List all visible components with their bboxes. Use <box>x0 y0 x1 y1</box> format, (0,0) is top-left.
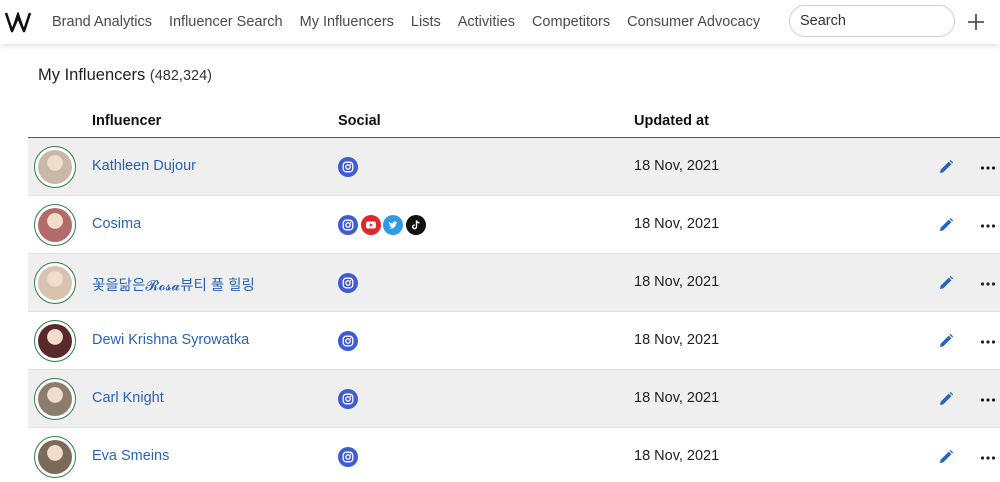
more-options-icon[interactable] <box>980 165 996 171</box>
nav-item-my-influencers[interactable]: My Influencers <box>300 14 394 30</box>
avatar-image <box>38 266 72 300</box>
w-logo-icon[interactable] <box>4 9 32 35</box>
tiktok-icon[interactable] <box>405 215 426 235</box>
nav-item-influencer-search[interactable]: Influencer Search <box>169 14 283 30</box>
table-row[interactable]: Cosima 18 Nov, 2021 <box>28 196 1000 254</box>
avatar-image <box>38 324 72 358</box>
avatar-image <box>38 440 72 474</box>
more-options-icon[interactable] <box>980 397 996 403</box>
top-navigation-bar: Brand Analytics Influencer Search My Inf… <box>0 0 1000 44</box>
column-header-social[interactable]: Social <box>338 113 381 129</box>
social-icons <box>338 157 361 177</box>
social-icons <box>338 447 361 467</box>
nav-item-brand-analytics[interactable]: Brand Analytics <box>52 14 152 30</box>
plus-icon[interactable] <box>964 10 988 34</box>
influencer-name-link[interactable]: Eva Smeins <box>92 448 169 464</box>
influencer-count: (482,324) <box>149 68 212 84</box>
updated-at: 18 Nov, 2021 <box>634 216 720 232</box>
influencers-table: Influencer Social Updated at Kathleen Du… <box>28 104 1000 482</box>
table-header: Influencer Social Updated at <box>28 104 1000 138</box>
pencil-icon[interactable] <box>938 275 954 291</box>
social-icons <box>338 215 428 235</box>
nav-item-activities[interactable]: Activities <box>458 14 515 30</box>
avatar[interactable] <box>34 378 76 420</box>
updated-at: 18 Nov, 2021 <box>634 274 720 290</box>
page-title-text: My Influencers <box>38 66 146 84</box>
updated-at: 18 Nov, 2021 <box>634 448 720 464</box>
main-nav: Brand Analytics Influencer Search My Inf… <box>52 0 777 44</box>
influencer-name-link[interactable]: Kathleen Dujour <box>92 158 196 174</box>
social-icons <box>338 389 361 409</box>
influencer-name-link[interactable]: Carl Knight <box>92 390 164 406</box>
pencil-icon[interactable] <box>938 333 954 349</box>
avatar[interactable] <box>34 204 76 246</box>
updated-at: 18 Nov, 2021 <box>634 332 720 348</box>
table-row[interactable]: Dewi Krishna Syrowatka 18 Nov, 2021 <box>28 312 1000 370</box>
instagram-icon[interactable] <box>338 389 358 409</box>
more-options-icon[interactable] <box>980 339 996 345</box>
social-icons <box>338 273 361 293</box>
instagram-icon[interactable] <box>338 331 358 351</box>
table-row[interactable]: Carl Knight 18 Nov, 2021 <box>28 370 1000 428</box>
youtube-icon[interactable] <box>360 215 381 235</box>
updated-at: 18 Nov, 2021 <box>634 390 720 406</box>
nav-item-consumer-advocacy[interactable]: Consumer Advocacy <box>627 14 760 30</box>
search-input[interactable] <box>789 5 955 37</box>
instagram-icon[interactable] <box>338 447 358 467</box>
page-title: My Influencers (482,324) <box>38 66 212 85</box>
influencer-name-link[interactable]: Cosima <box>92 216 141 232</box>
pencil-icon[interactable] <box>938 449 954 465</box>
pencil-icon[interactable] <box>938 391 954 407</box>
avatar[interactable] <box>34 320 76 362</box>
avatar-image <box>38 208 72 242</box>
influencer-name-link[interactable]: Dewi Krishna Syrowatka <box>92 332 249 348</box>
more-options-icon[interactable] <box>980 281 996 287</box>
influencer-name-link[interactable]: 꽃을닮은𝓡𝓸𝓼𝓪뷰티 풀 힐링 <box>92 274 255 295</box>
instagram-icon[interactable] <box>338 157 358 177</box>
updated-at: 18 Nov, 2021 <box>634 158 720 174</box>
social-icons <box>338 331 361 351</box>
twitter-icon[interactable] <box>383 215 403 235</box>
table-row[interactable]: 꽃을닮은𝓡𝓸𝓼𝓪뷰티 풀 힐링 18 Nov, 2021 <box>28 254 1000 312</box>
avatar-image <box>38 150 72 184</box>
avatar-image <box>38 382 72 416</box>
column-header-influencer[interactable]: Influencer <box>92 113 161 129</box>
more-options-icon[interactable] <box>980 455 996 461</box>
nav-item-competitors[interactable]: Competitors <box>532 14 610 30</box>
table-body: Kathleen Dujour 18 Nov, 2021 Cosima 18 Nov,… <box>28 138 1000 482</box>
nav-item-lists[interactable]: Lists <box>411 14 441 30</box>
table-row[interactable]: Eva Smeins 18 Nov, 2021 <box>28 428 1000 482</box>
avatar[interactable] <box>34 262 76 304</box>
column-header-updated-at[interactable]: Updated at <box>634 113 709 129</box>
avatar[interactable] <box>34 146 76 188</box>
instagram-icon[interactable] <box>338 273 358 293</box>
avatar[interactable] <box>34 436 76 478</box>
pencil-icon[interactable] <box>938 159 954 175</box>
more-options-icon[interactable] <box>980 223 996 229</box>
instagram-icon[interactable] <box>338 215 358 235</box>
table-row[interactable]: Kathleen Dujour 18 Nov, 2021 <box>28 138 1000 196</box>
pencil-icon[interactable] <box>938 217 954 233</box>
